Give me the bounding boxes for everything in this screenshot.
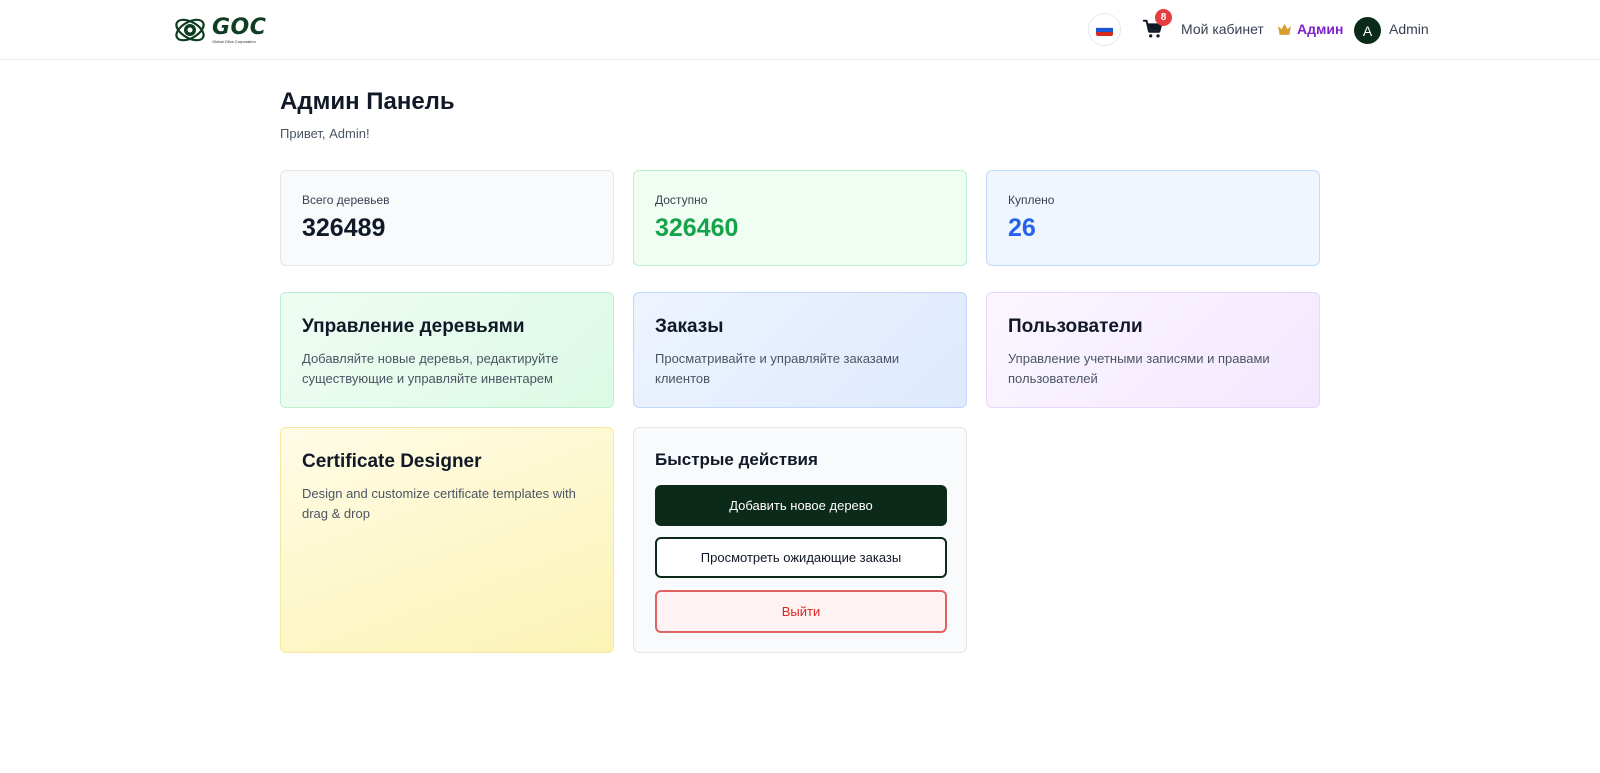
- quick-actions-panel: Быстрые действия Добавить новое дерево П…: [633, 427, 967, 653]
- card-title: Управление деревьями: [302, 316, 525, 337]
- crown-icon: [1278, 24, 1291, 35]
- stat-card-purchased: Куплено 26: [986, 170, 1320, 266]
- view-pending-orders-button[interactable]: Просмотреть ожидающие заказы: [655, 537, 947, 578]
- logo-subtitle: Global Olive Corporation: [212, 38, 256, 44]
- logout-button[interactable]: Выйти: [655, 590, 947, 633]
- card-title: Заказы: [655, 316, 724, 337]
- card-title: Пользователи: [1008, 316, 1143, 337]
- card-description: Добавляйте новые деревья, редактируйте с…: [302, 351, 559, 386]
- my-cabinet-link[interactable]: Мой кабинет: [1181, 21, 1264, 37]
- add-tree-button[interactable]: Добавить новое дерево: [655, 485, 947, 526]
- ru-flag-icon: [1096, 23, 1113, 36]
- avatar[interactable]: A: [1354, 17, 1381, 44]
- admin-panel-link[interactable]: Админ: [1297, 21, 1343, 37]
- users-card[interactable]: Пользователи Управление учетными записям…: [986, 292, 1320, 408]
- stat-value: 26: [1008, 214, 1036, 242]
- card-description: Design and customize certificate templat…: [302, 486, 576, 521]
- card-title: Certificate Designer: [302, 451, 482, 472]
- quick-actions-title: Быстрые действия: [655, 450, 818, 469]
- globe-logo-icon: [175, 18, 205, 42]
- top-navbar: GOC Global Olive Corporation 8 Мой кабин…: [0, 0, 1600, 60]
- logo[interactable]: GOC Global Olive Corporation: [172, 14, 272, 46]
- logo-text: GOC Global Olive Corporation: [212, 14, 267, 44]
- stat-card-available: Доступно 326460: [633, 170, 967, 266]
- language-switcher-button[interactable]: [1088, 13, 1121, 46]
- stat-value: 326460: [655, 214, 739, 242]
- page-title: Админ Панель: [280, 88, 455, 115]
- certificate-designer-card[interactable]: Certificate Designer Design and customiz…: [280, 427, 614, 653]
- card-description: Просматривайте и управляйте заказами кли…: [655, 351, 900, 386]
- card-description: Управление учетными записями и правами п…: [1008, 351, 1270, 386]
- stat-label: Всего деревьев: [302, 193, 390, 207]
- tree-management-card[interactable]: Управление деревьями Добавляйте новые де…: [280, 292, 614, 408]
- stat-card-total-trees: Всего деревьев 326489: [280, 170, 614, 266]
- orders-card[interactable]: Заказы Просматривайте и управляйте заказ…: [633, 292, 967, 408]
- greeting-text: Привет, Admin!: [280, 126, 370, 141]
- stat-value: 326489: [302, 214, 386, 242]
- stat-label: Доступно: [655, 193, 708, 207]
- stat-label: Куплено: [1008, 193, 1055, 207]
- user-name[interactable]: Admin: [1389, 21, 1429, 37]
- cart-count-badge: 8: [1155, 9, 1172, 26]
- logo-word: GOC: [212, 14, 267, 40]
